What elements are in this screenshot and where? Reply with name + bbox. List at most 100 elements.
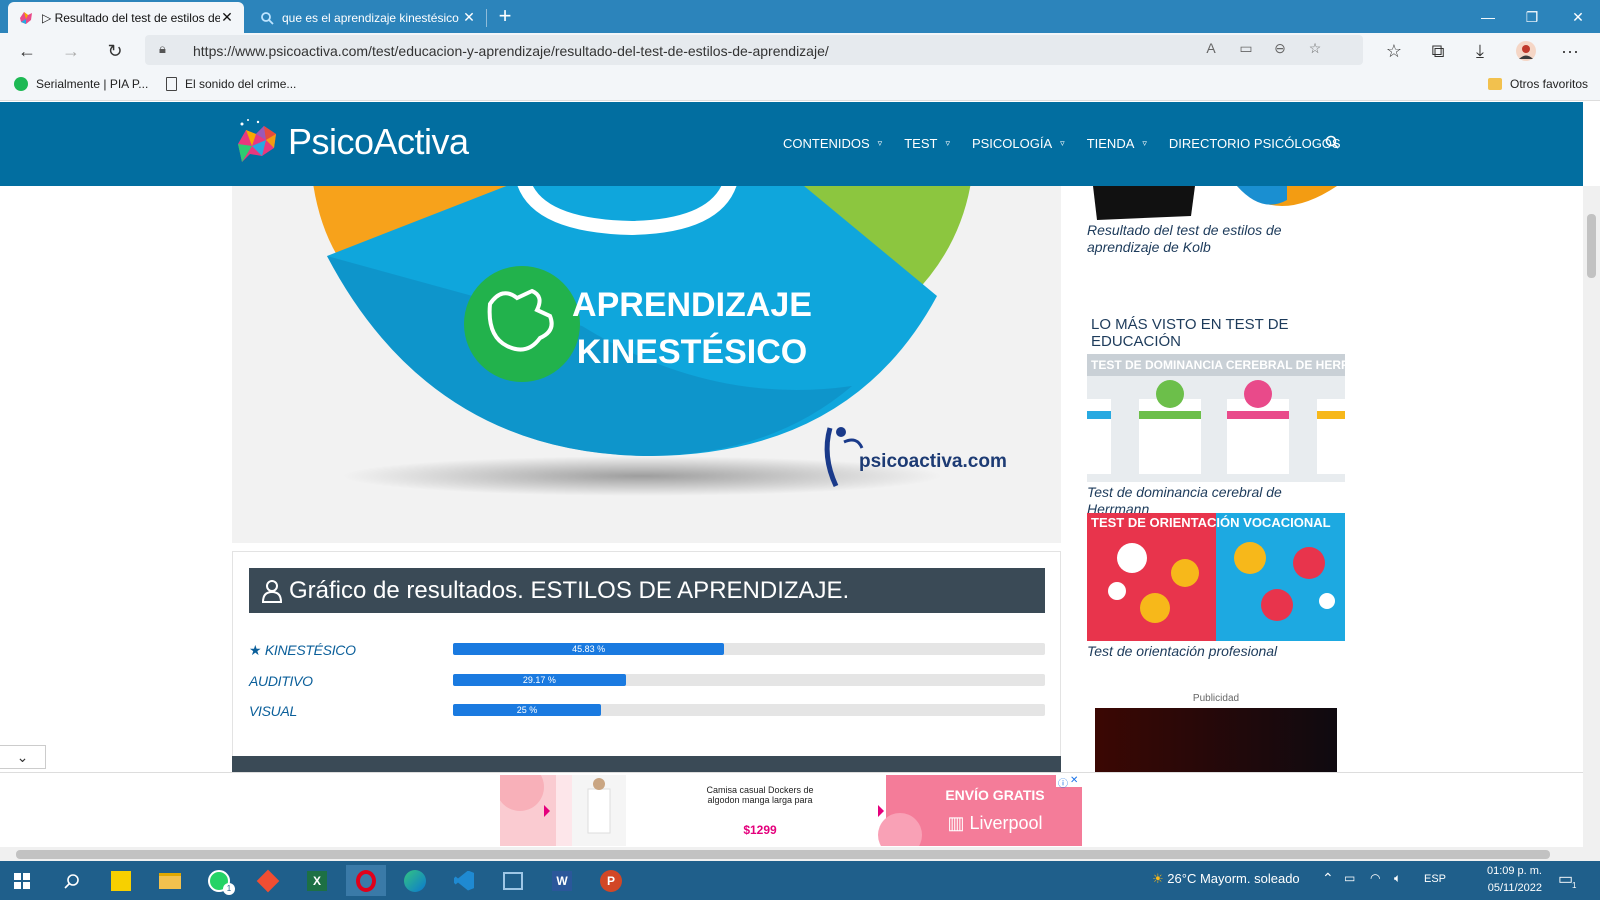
collections-icon[interactable]: ⧉ <box>1424 38 1452 64</box>
excel-icon[interactable]: X <box>297 865 337 896</box>
more-menu-icon[interactable]: ··· <box>1556 38 1584 64</box>
bookmark-item[interactable]: El sonido del crime... <box>166 77 296 91</box>
vocational-caption[interactable]: Test de orientación profesional <box>1087 643 1277 660</box>
read-aloud-icon[interactable]: A <box>1200 40 1222 56</box>
zoom-out-icon[interactable]: ⊖ <box>1269 40 1291 57</box>
close-window-icon[interactable]: ✕ <box>1556 4 1600 30</box>
downloads-icon[interactable]: ⤓ <box>1466 38 1494 64</box>
add-favorite-icon[interactable]: ☆ <box>1304 40 1326 57</box>
app-icon[interactable] <box>493 865 533 896</box>
nav-label: TEST <box>904 136 938 151</box>
vscode-icon[interactable] <box>444 865 484 896</box>
word-icon[interactable]: W <box>542 865 582 896</box>
learning-style-wheel-image: APRENDIZAJE KINESTÉSICO psicoactiva.com <box>313 186 1007 496</box>
results-title: Gráfico de resultados. ESTILOS DE APREND… <box>289 576 850 604</box>
vertical-scrollbar[interactable] <box>1583 186 1600 847</box>
tab-title: que es el aprendizaje kinestésico <box>282 10 459 25</box>
result-bar-row: AUDITIVO 29.17 % <box>249 671 1045 691</box>
search-icon[interactable] <box>52 865 92 896</box>
logo-text: PsicoActiva <box>288 121 469 162</box>
kolb-result-caption[interactable]: Resultado del test de estilos de aprendi… <box>1087 222 1345 256</box>
nav-label: DIRECTORIO PSICÓLOGOS <box>1168 136 1341 151</box>
result-percent: 25 % <box>516 705 538 715</box>
tab-inactive[interactable]: que es el aprendizaje kinestésico ✕ <box>250 2 486 33</box>
chevron-up-icon[interactable]: ⌃ <box>1322 870 1334 887</box>
favorites-icon[interactable]: ☆ <box>1380 38 1408 64</box>
nav-item-contenidos[interactable]: CONTENIDOS ▿ <box>783 136 882 151</box>
close-tab-icon[interactable]: ✕ <box>462 9 476 26</box>
close-tab-icon[interactable]: ✕ <box>220 9 234 26</box>
bookmark-label: Serialmente | PIA P... <box>36 77 149 91</box>
hero-brand-text: psicoactiva.com <box>859 451 1007 472</box>
bookmarks-bar: Serialmente | PIA P... El sonido del cri… <box>0 69 1600 101</box>
chevron-down-icon: ▿ <box>1060 138 1065 148</box>
url-text[interactable]: https://www.psicoactiva.com/test/educaci… <box>193 43 829 59</box>
weather-widget[interactable]: ☀ 26°C Mayorm. soleado <box>1152 871 1300 887</box>
vocational-test-thumbnail[interactable]: TEST DE ORIENTACIÓN VOCACIONAL <box>1087 513 1345 641</box>
horizontal-scrollbar[interactable] <box>0 847 1600 861</box>
result-bar-row: VISUAL 25 % <box>249 701 1045 721</box>
document-icon <box>166 77 177 91</box>
nav-label: CONTENIDOS <box>783 136 870 151</box>
liverpool-ad-banner[interactable]: Camisa casual Dockers de algodon manga l… <box>500 775 1082 846</box>
result-bar-fill: 25 % <box>453 704 601 716</box>
whatsapp-icon[interactable]: 1 <box>199 865 239 896</box>
site-logo[interactable]: PsicoActiva <box>232 116 469 168</box>
result-label-text: AUDITIVO <box>249 673 313 689</box>
battery-icon[interactable]: ▭ <box>1344 871 1355 885</box>
bookmark-item[interactable]: Serialmente | PIA P... <box>14 77 148 91</box>
ad-close-icon[interactable]: ✕ <box>1070 775 1078 786</box>
volume-icon[interactable]: 🔈︎ <box>1394 871 1401 886</box>
browser-tab-bar: ▷ Resultado del test de estilos de apren… <box>0 0 1600 33</box>
herrmann-test-thumbnail[interactable]: TEST DE DOMINANCIA CEREBRAL DE HERRMANN <box>1087 354 1345 482</box>
hero-title-line2: KINESTÉSICO <box>577 333 807 371</box>
other-favorites[interactable]: Otros favoritos <box>1488 77 1588 91</box>
back-arrow-icon[interactable]: ← <box>13 38 41 64</box>
result-bar-track: 29.17 % <box>453 674 1045 686</box>
immersive-reader-icon[interactable]: ▭ <box>1235 40 1257 57</box>
ad-label: Publicidad <box>1192 693 1240 704</box>
kolb-result-thumbnail[interactable] <box>1087 186 1345 220</box>
powerpoint-icon[interactable]: P <box>591 865 631 896</box>
scrollbar-thumb[interactable] <box>16 850 1550 859</box>
language-indicator[interactable]: ESP <box>1424 873 1446 885</box>
forward-arrow-icon[interactable]: → <box>57 38 85 64</box>
nav-item-psicologia[interactable]: PSICOLOGÍA ▿ <box>972 136 1065 151</box>
new-tab-icon[interactable]: + <box>492 4 518 30</box>
refresh-icon[interactable]: ↻ <box>101 38 129 64</box>
results-card: Gráfico de resultados. ESTILOS DE APREND… <box>232 551 1061 761</box>
nav-label: TIENDA <box>1086 136 1135 151</box>
edge-icon[interactable] <box>395 865 435 896</box>
windows-start-icon[interactable] <box>2 865 42 896</box>
bottom-ad-strip: Camisa casual Dockers de algodon manga l… <box>0 772 1583 847</box>
scrollbar-thumb[interactable] <box>1587 214 1596 278</box>
search-icon[interactable] <box>1325 135 1339 153</box>
weather-sun-icon: ☀ <box>1152 871 1164 886</box>
profile-avatar-icon[interactable] <box>1512 38 1540 64</box>
shop-icon: ▥ <box>947 813 965 833</box>
clock-date[interactable]: 05/11/2022 <box>1482 882 1542 894</box>
nav-item-tienda[interactable]: TIENDA ▿ <box>1087 136 1147 151</box>
nav-item-directorio[interactable]: DIRECTORIO PSICÓLOGOS <box>1169 136 1341 151</box>
address-bar[interactable]: 🔒︎ https://www.psicoactiva.com/test/educ… <box>145 35 1363 65</box>
folder-icon <box>1488 78 1502 90</box>
star-icon: ★ <box>249 642 262 658</box>
page-content: APRENDIZAJE KINESTÉSICO psicoactiva.com … <box>0 186 1583 772</box>
git-icon[interactable] <box>248 865 288 896</box>
chevron-down-icon[interactable]: ⌄ <box>0 745 46 769</box>
sidebar-ad[interactable] <box>1095 708 1337 772</box>
result-percent: 29.17 % <box>522 675 556 685</box>
notifications-icon[interactable]: ▭ <box>1558 869 1573 889</box>
nav-item-test[interactable]: TEST ▿ <box>904 136 950 151</box>
sticky-notes-icon[interactable] <box>101 865 141 896</box>
ad-info-icon[interactable]: ⓘ <box>1058 775 1068 790</box>
wifi-icon[interactable]: ◠ <box>1370 871 1380 885</box>
tab-active[interactable]: ▷ Resultado del test de estilos de apren… <box>8 2 244 33</box>
opera-icon[interactable] <box>346 865 386 896</box>
result-bar-track: 45.83 % <box>453 643 1045 655</box>
minimize-icon[interactable]: — <box>1466 4 1510 30</box>
clock-time[interactable]: 01:09 p. m. <box>1482 865 1542 877</box>
ad-promo: ENVÍO GRATIS <box>945 787 1045 803</box>
file-explorer-icon[interactable] <box>150 865 190 896</box>
restore-icon[interactable]: ❐ <box>1510 4 1554 30</box>
